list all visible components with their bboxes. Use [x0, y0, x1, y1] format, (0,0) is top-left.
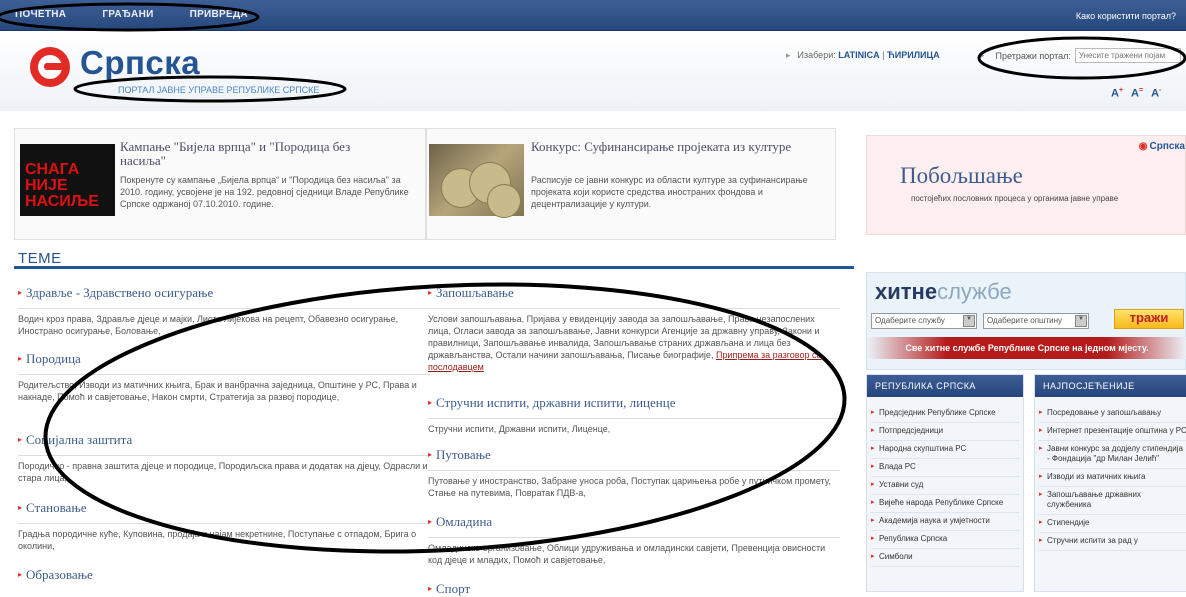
topic-title[interactable]: Запошљавање	[428, 285, 840, 301]
widget-title: хитнеслужбе	[875, 279, 1012, 304]
coins-image[interactable]	[429, 144, 524, 218]
topic-title[interactable]: Спорт	[428, 581, 840, 597]
republic-links-panel: РЕПУБЛИКА СРПСКА Предсједник Републике С…	[866, 374, 1024, 592]
link-municipality-sites[interactable]: Интернет презентације општина у РС	[1039, 423, 1186, 441]
help-link[interactable]: Како користити портал?	[1076, 11, 1176, 21]
news-text: Расписује се јавни конкурс из области ку…	[531, 175, 808, 209]
panel-title: РЕПУБЛИКА СРПСКА	[867, 375, 1023, 397]
font-reset-button[interactable]: A=	[1131, 87, 1143, 100]
news-item-contest: Конкурс: Суфинансирање пројеката из култ…	[426, 128, 836, 240]
service-select[interactable]: Одаберите службу ▼	[871, 313, 977, 329]
news-item-campaign: СНАГА НИЈЕ НАСИЉЕ Кампање "Бијела врпца" …	[14, 128, 426, 240]
promo-subtitle: постојећих пословних процеса у органима …	[911, 194, 1119, 203]
topic-text: Породично - правна заштита дјеце и пород…	[18, 455, 430, 484]
topic-travel: Путовање Путовање у иностранство, Забране…	[428, 447, 840, 499]
campaign-image-text: СНАГА НИЈЕ НАСИЉЕ	[25, 161, 99, 210]
link-republic[interactable]: Република Српска	[871, 531, 1019, 549]
language-label: Изабери:	[797, 50, 836, 60]
font-size-controls: A+ A= A-	[1111, 87, 1161, 100]
link-scholarship-contest[interactable]: Јавни конкурс за додјелу стипендија - Фо…	[1039, 441, 1186, 469]
link-symbols[interactable]: Симболи	[871, 549, 1019, 567]
dropdown-icon: ▼	[963, 315, 975, 327]
search-services-button[interactable]: тражи	[1114, 309, 1184, 329]
nav-gradjani[interactable]: ГРАЂАНИ	[102, 9, 153, 20]
topic-text: Услови запошљавања, Пријава у евиденцију…	[428, 308, 840, 373]
news-title[interactable]: Конкурс: Суфинансирање пројеката из култ…	[531, 140, 801, 154]
nav-pocetna[interactable]: ПОЧЕТНА	[15, 9, 66, 20]
search-label: Претражи портал:	[995, 50, 1071, 61]
search-box: ▸ Претражи портал:	[980, 48, 1181, 63]
topic-title[interactable]: Путовање	[428, 447, 840, 463]
top-navigation-bar: ПОЧЕТНА ГРАЂАНИ ПРИВРЕДА Како користити …	[0, 0, 1186, 31]
link-vice-presidents[interactable]: Потпредсједници	[871, 423, 1019, 441]
panel-title: НАЈПОСЈЕЋЕНИЈЕ	[1035, 375, 1186, 397]
topic-title[interactable]: Социјална заштита	[18, 432, 430, 448]
topic-text: Родитељство, Изводи из матичних књига, Б…	[18, 374, 430, 403]
promo-banner[interactable]: Српска Побољшање постојећих пословних пр…	[866, 135, 1186, 235]
widget-note: Све хитне службе Републике Српске на јед…	[867, 337, 1186, 359]
topic-text: Путовање у иностранство, Забране уноса р…	[428, 470, 840, 499]
link-council-of-peoples[interactable]: Вијеће народа Републике Српске	[871, 495, 1019, 513]
topic-text: Стручни испити, Државни испити, Лиценце,	[428, 418, 840, 435]
search-input[interactable]	[1074, 48, 1181, 63]
topic-title[interactable]: Стручни испити, државни испити, лиценце	[428, 395, 840, 411]
topic-title[interactable]: Омладина	[428, 514, 840, 530]
link-government[interactable]: Влада РС	[871, 459, 1019, 477]
link-civil-servants[interactable]: Запошљавање државних службеника	[1039, 487, 1186, 515]
topic-sport: Спорт	[428, 581, 840, 597]
font-decrease-button[interactable]: A-	[1151, 87, 1161, 100]
link-registry-extracts[interactable]: Изводи из матичних књига	[1039, 469, 1186, 487]
section-divider	[14, 266, 854, 269]
emergency-services-widget: хитнеслужбе Одаберите службу ▼ Одаберите …	[866, 272, 1186, 370]
main-menu: ПОЧЕТНА ГРАЂАНИ ПРИВРЕДА	[15, 9, 248, 20]
arrow-icon: ▸	[786, 50, 791, 60]
arrow-icon: ▸	[980, 50, 985, 60]
link-constitutional-court[interactable]: Уставни суд	[871, 477, 1019, 495]
topic-title[interactable]: Породица	[18, 351, 430, 367]
topic-title[interactable]: Здравље - Здравствено осигурање	[18, 285, 430, 301]
topic-employment: Здравље - Здравствено осигурањеЗапошљава…	[428, 285, 840, 373]
language-switcher: ▸ Изабери: LATINICA | ЋИРИЛИЦА	[786, 50, 940, 60]
news-title[interactable]: Кампање "Бијела врпца" и "Породица без н…	[120, 140, 390, 168]
topic-health: Здравље - Здравствено осигурање Водич кро…	[18, 285, 430, 337]
site-logo-text[interactable]: Српска	[80, 44, 200, 82]
topic-title[interactable]: Становање	[18, 500, 430, 516]
section-title: ТЕМЕ	[18, 250, 62, 267]
most-visited-panel: НАЈПОСЈЕЋЕНИЈЕ Посредовање у запошљавању…	[1034, 374, 1186, 592]
link-scholarships[interactable]: Стипендије	[1039, 515, 1186, 533]
topic-family: Породица Родитељство, Изводи из матичних …	[18, 351, 430, 403]
topic-title[interactable]: Образовање	[18, 567, 430, 583]
campaign-image[interactable]: СНАГА НИЈЕ НАСИЉЕ	[20, 144, 115, 216]
municipality-select[interactable]: Одаберите општину ▼	[983, 313, 1089, 329]
link-employment-mediation[interactable]: Посредовање у запошљавању	[1039, 405, 1186, 423]
topic-education: Образовање	[18, 567, 430, 583]
link-assembly[interactable]: Народна скупштина РС	[871, 441, 1019, 459]
news-text: Покренуте су кампање „Бијела врпца“ и "П…	[120, 175, 409, 209]
topic-text: Омладинско организовање, Облици удружива…	[428, 537, 840, 566]
topic-social: Социјална заштита Породично - правна зашт…	[18, 432, 430, 484]
topic-text: Водич кроз права, Здравље дјеце и мајки,…	[18, 308, 430, 337]
nav-privreda[interactable]: ПРИВРЕДА	[190, 9, 248, 20]
topic-housing: Становање Градња породичне куће, Куповина…	[18, 500, 430, 552]
link-academy[interactable]: Академија наука и умјетности	[871, 513, 1019, 531]
topic-youth: Омладина Омладинско организовање, Облици …	[428, 514, 840, 566]
latin-link[interactable]: LATINICA	[838, 50, 879, 60]
promo-title: Побољшање	[900, 163, 1023, 188]
srpska-logo-icon[interactable]	[30, 47, 70, 87]
portal-subtitle: ПОРТАЛ ЈАВНЕ УПРАВЕ РЕПУБЛИКЕ СРПСКЕ	[118, 85, 320, 95]
cyrillic-link[interactable]: ЋИРИЛИЦА	[887, 50, 940, 60]
topic-exams: Стручни испити, државни испити, лиценце С…	[428, 395, 840, 435]
font-increase-button[interactable]: A+	[1111, 87, 1123, 100]
link-president[interactable]: Предсједник Републике Српске	[871, 405, 1019, 423]
dropdown-icon: ▼	[1075, 315, 1087, 327]
topic-text: Градња породичне куће, Куповина, продаја…	[18, 523, 430, 552]
promo-logo: Српска	[1139, 141, 1186, 152]
link-professional-exams[interactable]: Стручни испити за рад у	[1039, 533, 1186, 551]
